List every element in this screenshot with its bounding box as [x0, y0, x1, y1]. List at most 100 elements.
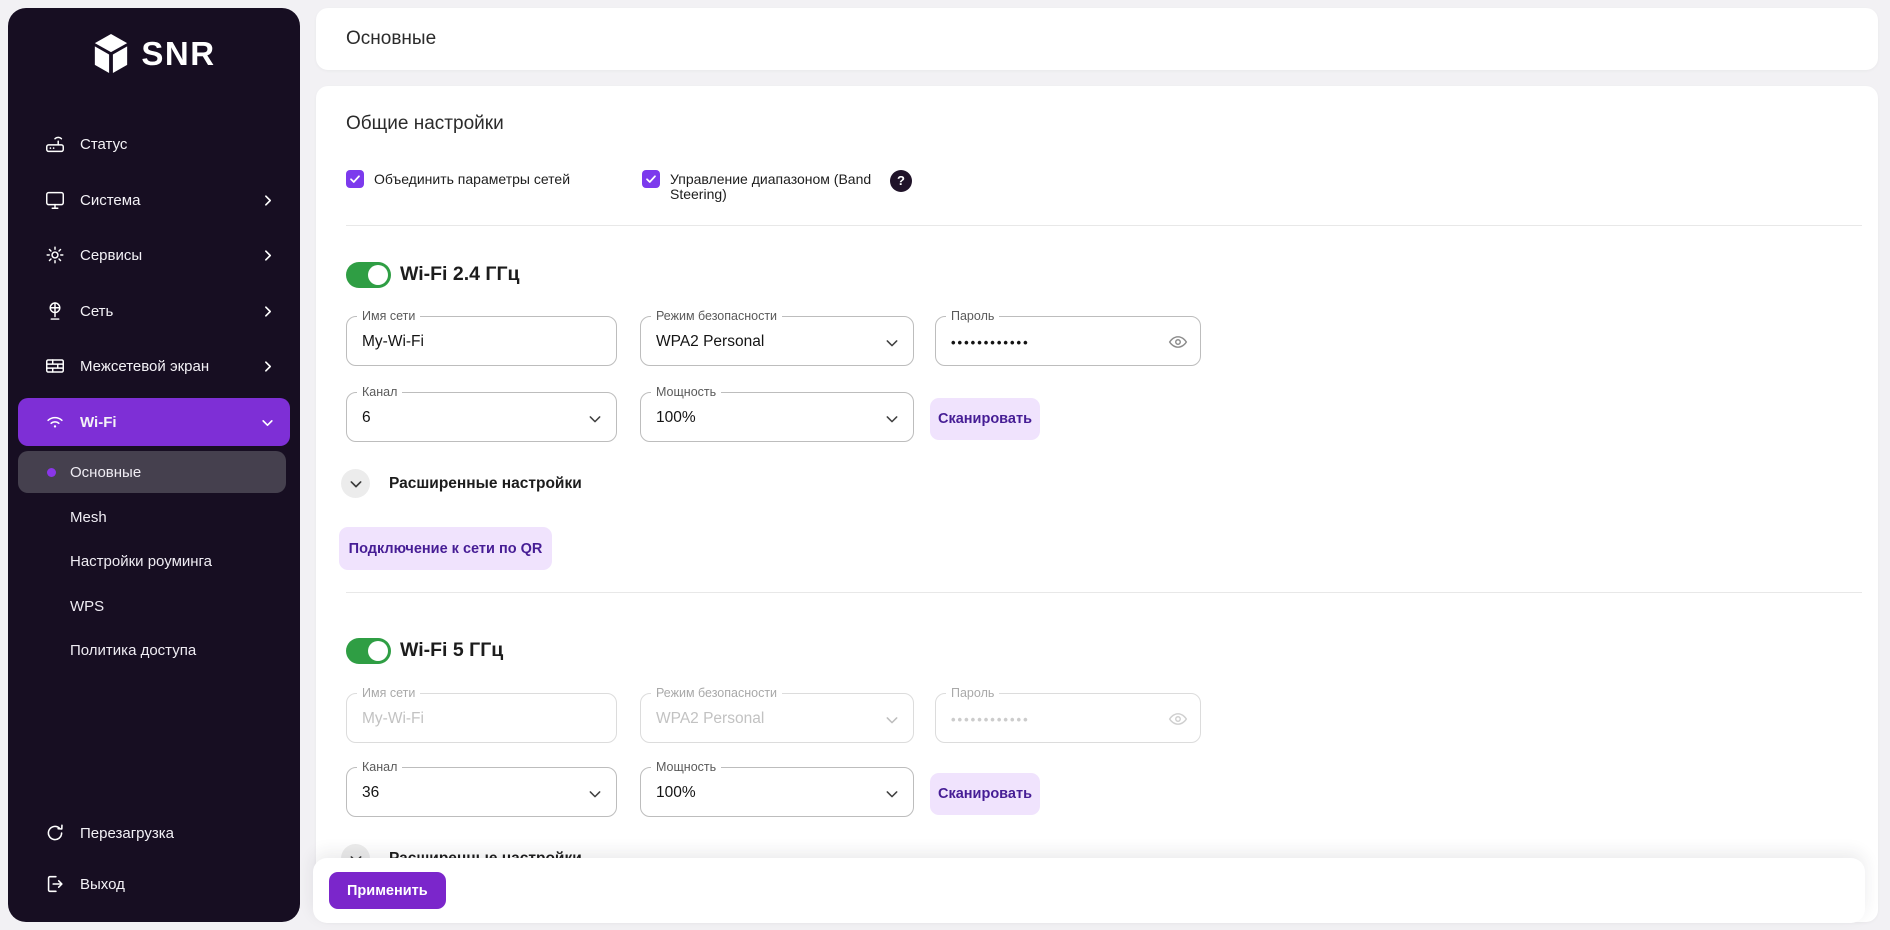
- toggle-knob: [368, 641, 388, 661]
- wifi24-advanced-expand-button[interactable]: [341, 469, 370, 498]
- network-globe-icon: [44, 300, 66, 322]
- logout-icon: [44, 873, 66, 895]
- power-field-value: 100%: [656, 784, 696, 801]
- wifi5-title: Wi-Fi 5 ГГц: [400, 639, 504, 661]
- chevron-down-icon: [588, 787, 602, 801]
- sidebar: SNR Статус Система Сервисы Сеть Межсетев…: [8, 8, 300, 922]
- sidebar-item-network[interactable]: Сеть: [18, 289, 290, 333]
- wifi24-title: Wi-Fi 2.4 ГГц: [400, 263, 520, 285]
- sidebar-item-label: Сеть: [80, 302, 114, 320]
- channel-field-value: 6: [362, 409, 371, 426]
- chevron-right-icon: [261, 194, 274, 207]
- sidebar-item-label: Сервисы: [80, 246, 143, 264]
- wifi5-ssid-field: Имя сети My-Wi-Fi: [346, 686, 617, 743]
- wifi5-scan-button[interactable]: Сканировать: [930, 773, 1040, 815]
- divider: [346, 592, 1862, 593]
- band-steering-checkbox[interactable]: [642, 170, 660, 188]
- merge-networks-option: Объединить параметры сетей: [346, 170, 570, 188]
- chevron-down-icon: [885, 412, 899, 426]
- merge-networks-label: Объединить параметры сетей: [374, 171, 571, 187]
- chevron-right-icon: [261, 305, 274, 318]
- wifi24-ssid-field[interactable]: Имя сети My-Wi-Fi: [346, 309, 617, 366]
- sidebar-item-status[interactable]: Статус: [18, 122, 290, 166]
- wifi5-toggle[interactable]: [346, 638, 391, 664]
- sidebar-item-services[interactable]: Сервисы: [18, 233, 290, 277]
- wifi24-scan-button[interactable]: Сканировать: [930, 398, 1040, 440]
- channel-field-label: Канал: [357, 760, 403, 774]
- footer-bar: Применить: [313, 858, 1865, 923]
- ssid-field-label: Имя сети: [357, 686, 421, 700]
- power-field-value: 100%: [656, 409, 696, 426]
- sidebar-subitem-roaming[interactable]: Настройки роуминга: [18, 540, 286, 582]
- sidebar-item-firewall[interactable]: Межсетевой экран: [18, 344, 290, 388]
- sidebar-subitem-wps[interactable]: WPS: [18, 585, 286, 627]
- general-settings-title: Общие настройки: [346, 113, 504, 134]
- chevron-right-icon: [261, 249, 274, 262]
- wifi5-password-field: Пароль ••••••••••••: [935, 686, 1201, 743]
- sidebar-item-reboot[interactable]: Перезагрузка: [18, 811, 290, 855]
- wifi24-channel-select[interactable]: Канал 6: [346, 385, 617, 442]
- sidebar-item-logout[interactable]: Выход: [18, 862, 290, 906]
- sidebar-subitem-label: WPS: [70, 597, 105, 615]
- wifi-icon: [44, 411, 66, 433]
- sidebar-item-label: Статус: [80, 135, 128, 153]
- apply-button[interactable]: Применить: [329, 872, 446, 909]
- channel-field-label: Канал: [357, 385, 403, 399]
- band-steering-label: Управление диапазоном (Band Steering): [670, 171, 872, 202]
- wifi5-channel-select[interactable]: Канал 36: [346, 760, 617, 817]
- check-icon: [646, 175, 656, 183]
- sidebar-subitem-label: Политика доступа: [70, 641, 197, 659]
- wifi24-toggle[interactable]: [346, 262, 391, 288]
- sidebar-subitem-label: Основные: [70, 463, 142, 481]
- password-field-label: Пароль: [946, 309, 1000, 323]
- logo: SNR: [8, 33, 300, 75]
- settings-card: Общие настройки Объединить параметры сет…: [316, 86, 1878, 922]
- password-field-value: ••••••••••••: [951, 335, 1030, 350]
- wifi24-password-field[interactable]: Пароль ••••••••••••: [935, 309, 1201, 366]
- page-header: Основные: [316, 8, 1878, 70]
- sidebar-item-label: Выход: [80, 875, 125, 893]
- gear-icon: [44, 244, 66, 266]
- router-icon: [44, 133, 66, 155]
- wifi24-security-select[interactable]: Режим безопасности WPA2 Personal: [640, 309, 914, 366]
- sidebar-item-label: Межсетевой экран: [80, 357, 210, 375]
- band-steering-option: Управление диапазоном (Band Steering): [642, 170, 875, 202]
- chevron-down-icon: [350, 480, 361, 487]
- help-badge[interactable]: ?: [890, 170, 912, 192]
- sidebar-subitem-label: Mesh: [70, 508, 107, 526]
- chevron-down-icon: [885, 336, 899, 350]
- wifi5-power-select[interactable]: Мощность 100%: [640, 760, 914, 817]
- refresh-icon: [44, 822, 66, 844]
- toggle-knob: [368, 265, 388, 285]
- sidebar-item-system[interactable]: Система: [18, 178, 290, 222]
- merge-networks-checkbox[interactable]: [346, 170, 364, 188]
- ssid-field-value: My-Wi-Fi: [362, 710, 424, 727]
- security-field-label: Режим безопасности: [651, 686, 783, 700]
- password-field-value: ••••••••••••: [951, 712, 1030, 727]
- snr-cube-logo-icon: [92, 33, 130, 75]
- sidebar-item-label: Система: [80, 191, 141, 209]
- security-field-value: WPA2 Personal: [656, 333, 765, 350]
- firewall-icon: [44, 355, 66, 377]
- ssid-field-label: Имя сети: [357, 309, 421, 323]
- wifi24-power-select[interactable]: Мощность 100%: [640, 385, 914, 442]
- sidebar-subitem-access-policy[interactable]: Политика доступа: [18, 629, 286, 671]
- chevron-down-icon: [261, 416, 274, 429]
- wifi24-advanced-label[interactable]: Расширенные настройки: [389, 473, 582, 494]
- sidebar-item-wifi[interactable]: Wi-Fi: [18, 398, 290, 446]
- sidebar-item-label: Перезагрузка: [80, 824, 174, 842]
- channel-field-value: 36: [362, 784, 380, 801]
- eye-icon[interactable]: [1168, 332, 1188, 352]
- sidebar-subitem-mesh[interactable]: Mesh: [18, 496, 286, 538]
- logo-text: SNR: [141, 35, 216, 72]
- sidebar-subitem-label: Настройки роуминга: [70, 552, 213, 570]
- wifi24-qr-connect-button[interactable]: Подключение к сети по QR: [339, 527, 552, 570]
- page-title: Основные: [346, 28, 437, 49]
- wifi5-security-select: Режим безопасности WPA2 Personal: [640, 686, 914, 743]
- eye-icon[interactable]: [1168, 709, 1188, 729]
- chevron-down-icon: [588, 412, 602, 426]
- sidebar-subitem-basic[interactable]: Основные: [18, 451, 286, 493]
- chevron-down-icon: [885, 713, 899, 727]
- security-field-label: Режим безопасности: [651, 309, 783, 323]
- check-icon: [350, 175, 360, 183]
